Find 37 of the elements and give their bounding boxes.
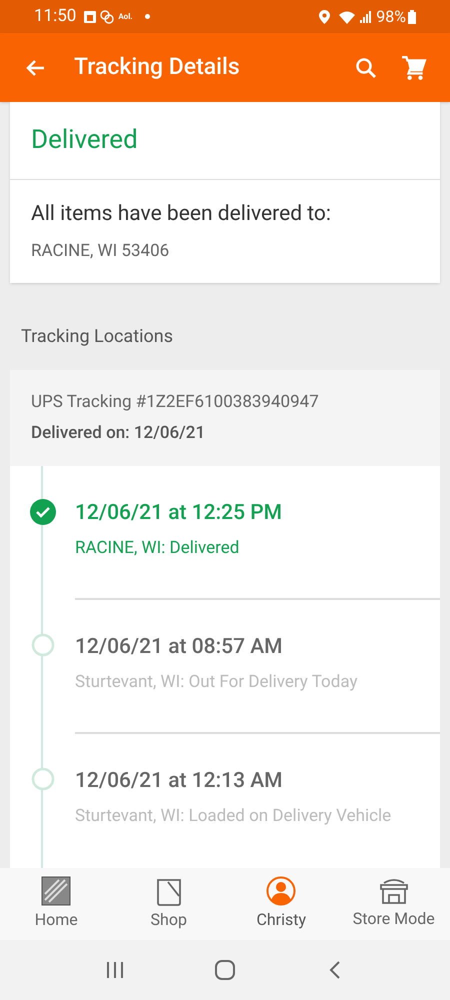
battery-icon <box>408 10 416 24</box>
event-time: 12/06/21 at 08:57 AM <box>75 634 284 661</box>
nav-tab[interactable]: Shop <box>112 868 225 940</box>
recent-apps-icon <box>105 961 125 979</box>
nav-tab[interactable]: Home <box>0 868 112 940</box>
profile-icon <box>266 876 296 906</box>
bucket-icon <box>154 876 183 906</box>
logo-icon <box>41 876 72 906</box>
location-icon <box>319 10 330 24</box>
delivery-address: RACINE, WI 53406 <box>31 240 170 262</box>
calendar-icon <box>84 10 96 22</box>
dot-icon <box>144 14 150 19</box>
event-detail: Sturtevant, WI: Out For Delivery Today <box>75 670 359 694</box>
battery-percent: 98% <box>376 6 406 28</box>
tracking-number: UPS Tracking #1Z2EF6100383940947 <box>31 390 320 414</box>
nav-tab[interactable]: Store Mode <box>338 868 450 940</box>
cart-icon <box>401 54 427 80</box>
event-detail: Sturtevant, WI: Loaded on Delivery Vehicle <box>75 804 392 828</box>
delivered-date: Delivered on: 12/06/21 <box>31 422 206 445</box>
notification-icon <box>100 10 114 24</box>
delivery-message: All items have been delivered to: <box>31 201 332 228</box>
cart-button[interactable] <box>400 54 428 82</box>
event-time: 12/06/21 at 12:13 AM <box>75 768 284 795</box>
search-icon <box>354 56 378 80</box>
wifi-icon <box>338 10 356 24</box>
delivery-status: Delivered <box>31 124 138 157</box>
section-title: Tracking Locations <box>21 325 173 349</box>
store-icon <box>378 877 410 905</box>
home-icon <box>214 959 236 981</box>
signal-icon <box>360 10 372 22</box>
clock: 11:50 <box>34 4 76 28</box>
nav-tab[interactable]: Christy <box>225 868 338 940</box>
page-title: Tracking Details <box>74 52 240 82</box>
event-detail: RACINE, WI: Delivered <box>75 536 240 560</box>
app-notification-label: Aol. <box>118 10 133 22</box>
event-time: 12/06/21 at 12:25 PM <box>75 500 284 527</box>
back-icon <box>328 960 342 980</box>
